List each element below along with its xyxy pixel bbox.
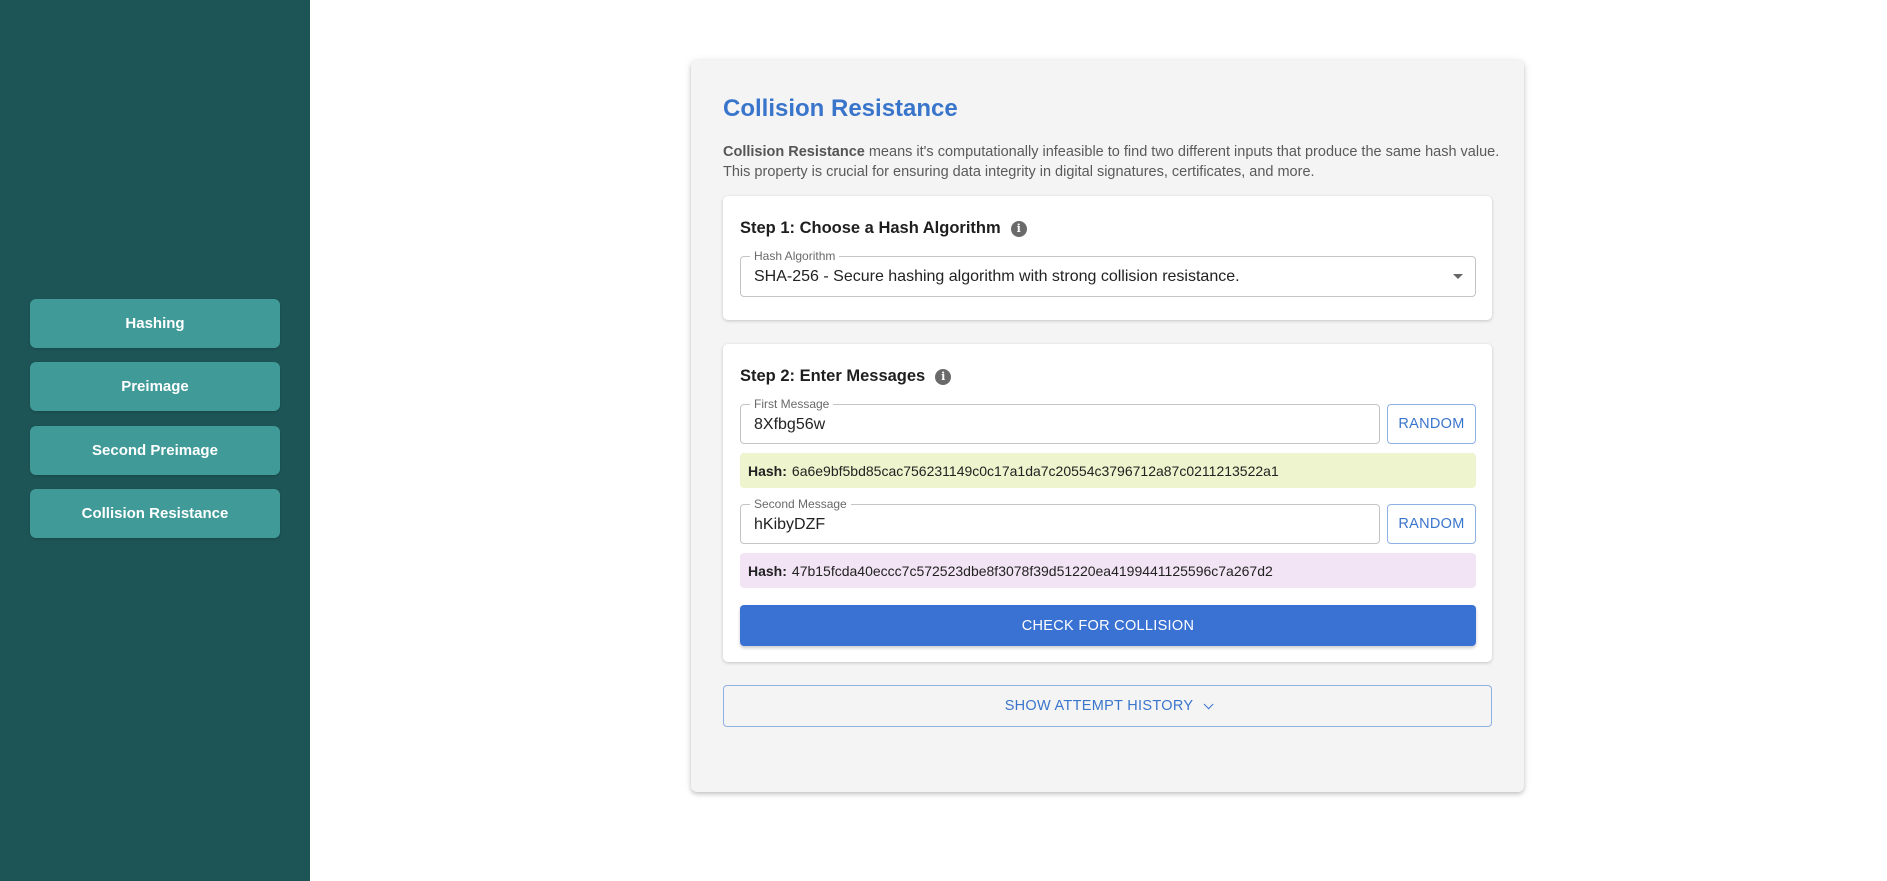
step2-panel: Step 2: Enter Messages i First Message 8… bbox=[723, 344, 1492, 662]
nav-button-hashing[interactable]: Hashing bbox=[30, 299, 280, 348]
first-message-input[interactable]: 8Xfbg56w bbox=[754, 416, 825, 434]
random-second-button[interactable]: RANDOM bbox=[1387, 504, 1476, 544]
nav-button-preimage[interactable]: Preimage bbox=[30, 362, 280, 411]
show-attempt-history-label: SHOW ATTEMPT HISTORY bbox=[1004, 698, 1194, 714]
main-card: Collision Resistance Collision Resistanc… bbox=[691, 60, 1524, 792]
nav-button-second-preimage[interactable]: Second Preimage bbox=[30, 426, 280, 475]
step1-title: Step 1: Choose a Hash Algorithm bbox=[740, 219, 1001, 237]
second-hash-label: Hash: bbox=[748, 562, 787, 579]
step1-panel: Step 1: Choose a Hash Algorithm i Hash A… bbox=[723, 196, 1492, 320]
step2-title: Step 2: Enter Messages bbox=[740, 367, 926, 385]
description-term: Collision Resistance bbox=[723, 144, 865, 160]
second-message-label: Second Message bbox=[750, 497, 851, 511]
second-hash-output: Hash: 47b15fcda40eccc7c572523dbe8f3078f3… bbox=[740, 553, 1476, 588]
first-message-label: First Message bbox=[750, 397, 834, 411]
first-message-field[interactable]: First Message 8Xfbg56w bbox=[740, 397, 1380, 444]
second-hash-value: 47b15fcda40eccc7c572523dbe8f3078f39d5122… bbox=[791, 562, 1273, 579]
first-hash-value: 6a6e9bf5bd85cac756231149c0c17a1da7c20554… bbox=[791, 462, 1279, 479]
caret-down-icon[interactable] bbox=[1453, 274, 1463, 279]
second-message-field[interactable]: Second Message hKibyDZF bbox=[740, 497, 1380, 544]
nav-button-collision-resistance[interactable]: Collision Resistance bbox=[30, 489, 280, 538]
first-hash-output: Hash: 6a6e9bf5bd85cac756231149c0c17a1da7… bbox=[740, 453, 1476, 488]
step2-heading: Step 2: Enter Messages i bbox=[740, 367, 952, 386]
hash-algorithm-select[interactable]: Hash Algorithm SHA-256 - Secure hashing … bbox=[740, 249, 1476, 297]
first-hash-label: Hash: bbox=[748, 462, 787, 479]
show-attempt-history-button[interactable]: SHOW ATTEMPT HISTORY bbox=[723, 685, 1492, 727]
info-icon[interactable]: i bbox=[935, 368, 952, 385]
info-icon[interactable]: i bbox=[1010, 220, 1027, 237]
description: Collision Resistance means it's computat… bbox=[723, 142, 1503, 182]
random-first-button[interactable]: RANDOM bbox=[1387, 404, 1476, 444]
sidebar: Hashing Preimage Second Preimage Collisi… bbox=[0, 0, 310, 881]
hash-algorithm-label: Hash Algorithm bbox=[750, 249, 840, 263]
chevron-down-icon bbox=[1203, 698, 1214, 709]
page-title: Collision Resistance bbox=[723, 95, 958, 122]
second-message-input[interactable]: hKibyDZF bbox=[754, 516, 825, 534]
step1-heading: Step 1: Choose a Hash Algorithm i bbox=[740, 219, 1027, 238]
check-collision-button[interactable]: CHECK FOR COLLISION bbox=[740, 605, 1476, 646]
hash-algorithm-value: SHA-256 - Secure hashing algorithm with … bbox=[754, 268, 1240, 285]
